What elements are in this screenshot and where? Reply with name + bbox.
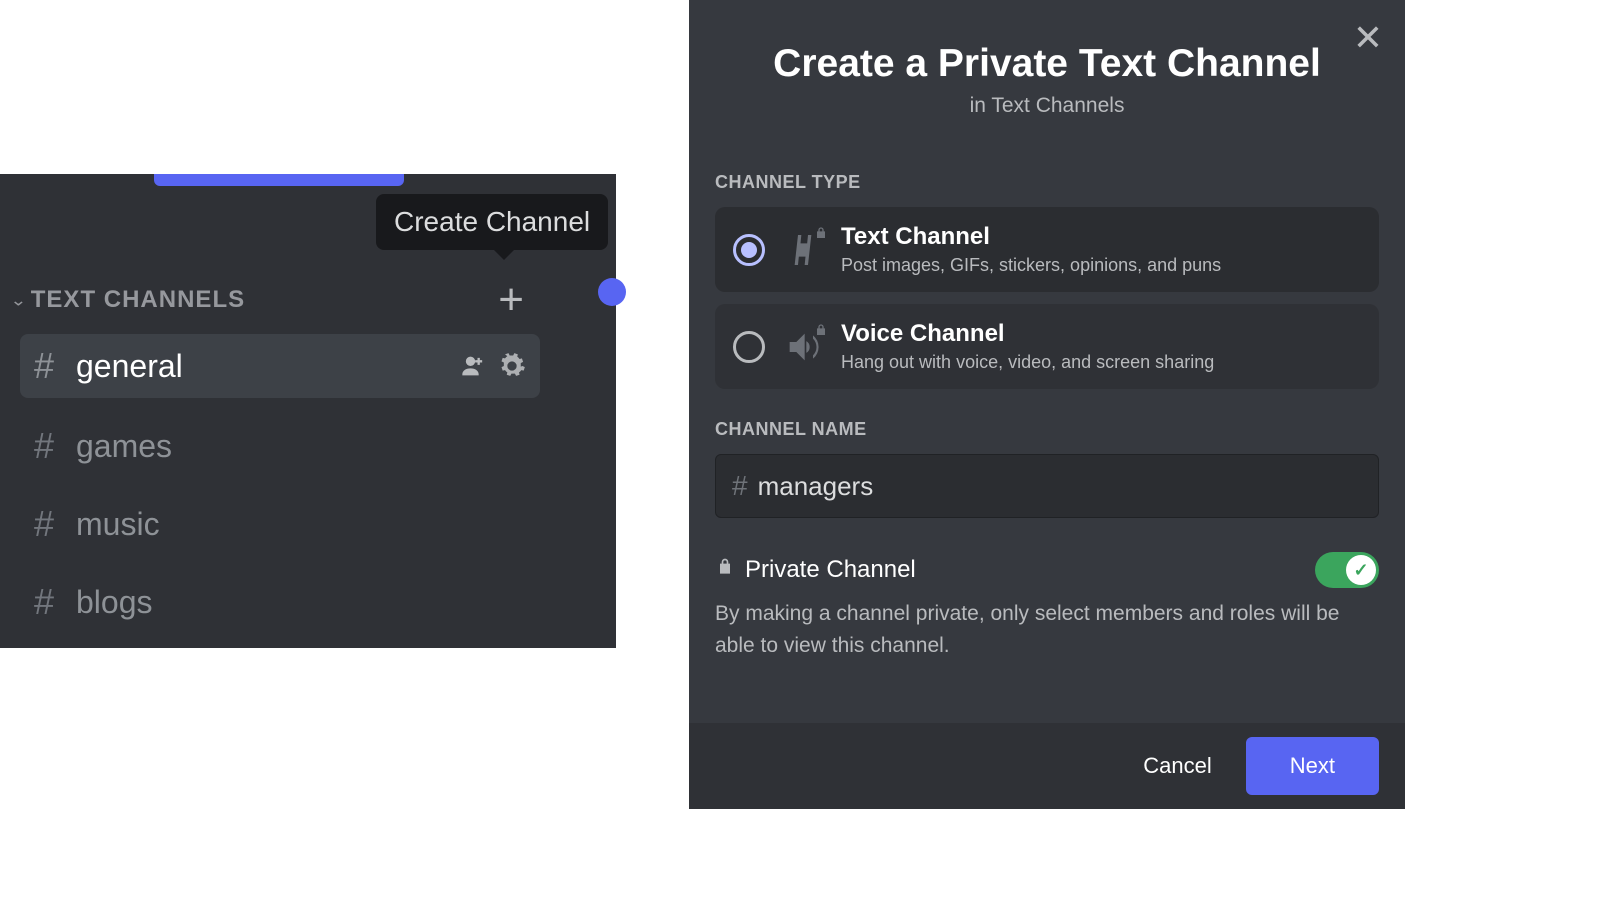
hash-icon: #	[34, 581, 76, 623]
radio-unselected-icon[interactable]	[733, 331, 765, 363]
hash-lock-icon	[783, 230, 823, 270]
hash-icon: #	[34, 503, 76, 545]
invite-icon[interactable]	[460, 352, 488, 380]
type-title: Text Channel	[841, 223, 1221, 251]
channel-name-input-wrap[interactable]: #	[715, 454, 1379, 518]
cancel-button[interactable]: Cancel	[1131, 739, 1223, 793]
channel-list-panel: Create Channel ⌄ TEXT CHANNELS + # gener…	[0, 174, 616, 648]
private-channel-description: By making a channel private, only select…	[715, 598, 1379, 661]
section-channel-type-label: CHANNEL TYPE	[715, 172, 1379, 193]
private-channel-label: Private Channel	[745, 556, 1305, 584]
private-channel-toggle[interactable]: ✓	[1315, 552, 1379, 588]
hash-icon: #	[732, 470, 748, 502]
section-channel-name-label: CHANNEL NAME	[715, 419, 1379, 440]
type-desc: Post images, GIFs, stickers, opinions, a…	[841, 255, 1221, 276]
lock-icon	[715, 557, 735, 583]
channel-name: music	[76, 506, 526, 543]
create-channel-tooltip: Create Channel	[376, 194, 608, 250]
channel-blogs[interactable]: # blogs	[20, 570, 540, 634]
channel-music[interactable]: # music	[20, 492, 540, 556]
type-desc: Hang out with voice, video, and screen s…	[841, 352, 1214, 373]
create-channel-modal: ✕ Create a Private Text Channel in Text …	[689, 0, 1405, 809]
type-title: Voice Channel	[841, 320, 1214, 348]
hash-icon: #	[34, 345, 76, 387]
accent-bar	[154, 174, 404, 186]
gear-icon[interactable]	[498, 352, 526, 380]
channel-name: games	[76, 428, 526, 465]
channel-type-voice[interactable]: Voice Channel Hang out with voice, video…	[715, 304, 1379, 389]
channel-name: blogs	[76, 584, 526, 621]
channel-games[interactable]: # games	[20, 414, 540, 478]
modal-subtitle: in Text Channels	[689, 94, 1405, 118]
speaker-lock-icon	[783, 327, 823, 367]
close-icon[interactable]: ✕	[1353, 20, 1383, 56]
channel-general[interactable]: # general	[20, 334, 540, 398]
radio-selected-icon[interactable]	[733, 234, 765, 266]
hash-icon: #	[34, 425, 76, 467]
category-label: TEXT CHANNELS	[31, 286, 499, 314]
channel-name-input[interactable]	[758, 471, 1362, 502]
modal-title: Create a Private Text Channel	[689, 42, 1405, 86]
channel-type-text[interactable]: Text Channel Post images, GIFs, stickers…	[715, 207, 1379, 292]
add-channel-button[interactable]: +	[498, 278, 524, 322]
chevron-down-icon: ⌄	[10, 290, 27, 310]
next-button[interactable]: Next	[1246, 737, 1379, 795]
channel-name: general	[76, 348, 460, 385]
modal-footer: Cancel Next	[689, 723, 1405, 809]
category-row[interactable]: ⌄ TEXT CHANNELS +	[10, 278, 524, 322]
check-icon: ✓	[1346, 555, 1376, 585]
private-channel-row: Private Channel ✓	[715, 552, 1379, 588]
new-indicator	[598, 278, 626, 306]
